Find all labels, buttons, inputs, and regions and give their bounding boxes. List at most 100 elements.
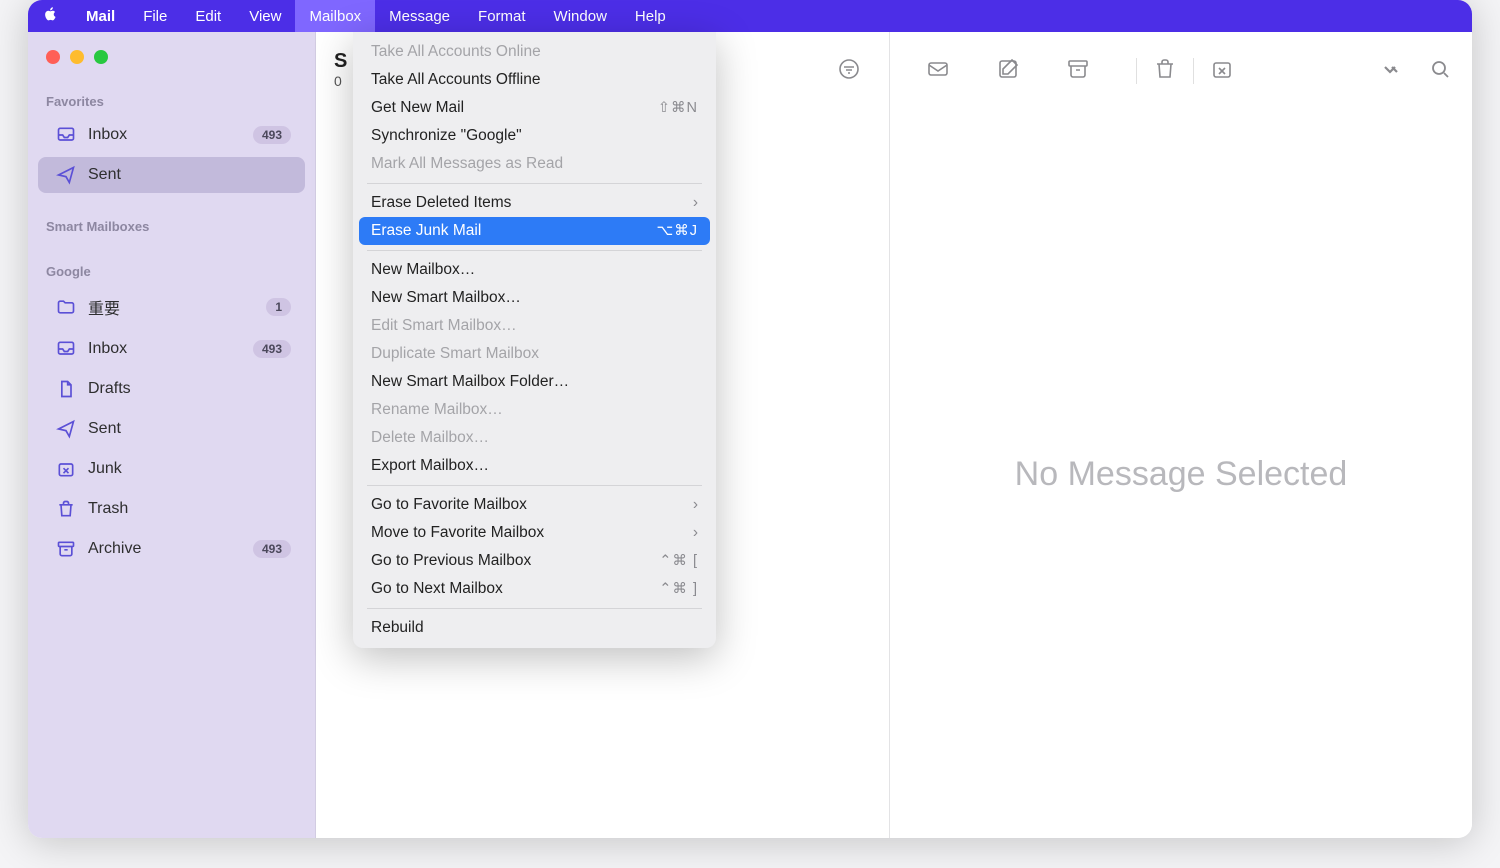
section-smart-label: Smart Mailboxes: [28, 213, 315, 240]
menu-item-get-new-mail[interactable]: Get New Mail⇧⌘N: [359, 94, 710, 122]
menu-item-new-mailbox[interactable]: New Mailbox…: [359, 256, 710, 284]
menu-item-new-smart-mailbox[interactable]: New Smart Mailbox…: [359, 284, 710, 312]
menu-shortcut: ⌃⌘ ]: [659, 581, 698, 597]
close-icon[interactable]: [46, 50, 60, 64]
menu-item-label: Duplicate Smart Mailbox: [371, 345, 698, 363]
sidebar: Favorites Inbox 493 Sent Smart Mailboxes…: [28, 32, 316, 838]
menu-separator: [367, 485, 702, 486]
compose-icon[interactable]: [996, 57, 1020, 86]
mailbox-menu-dropdown: Take All Accounts Online Take All Account…: [353, 32, 716, 648]
menu-item-export-mailbox[interactable]: Export Mailbox…: [359, 452, 710, 480]
search-icon[interactable]: [1428, 57, 1452, 86]
menu-item-synchronize-google[interactable]: Synchronize "Google": [359, 122, 710, 150]
menu-item-label: Edit Smart Mailbox…: [371, 317, 698, 335]
divider: [1193, 58, 1194, 84]
archive-button-icon[interactable]: [1066, 57, 1090, 86]
sidebar-item-important[interactable]: 重要 1: [38, 287, 305, 327]
menu-item-label: Erase Junk Mail: [371, 222, 657, 240]
menu-separator: [367, 608, 702, 609]
menu-item-move-to-favorite-mailbox[interactable]: Move to Favorite Mailbox›: [359, 519, 710, 547]
folder-icon: [56, 297, 76, 317]
menu-item-label: Mark All Messages as Read: [371, 155, 698, 173]
menu-format[interactable]: Format: [464, 0, 540, 32]
menu-item-label: Synchronize "Google": [371, 127, 698, 145]
menu-edit[interactable]: Edit: [181, 0, 235, 32]
menu-item-mark-all-messages-as-read: Mark All Messages as Read: [359, 150, 710, 178]
menu-item-label: Take All Accounts Online: [371, 43, 698, 61]
zoom-icon[interactable]: [94, 50, 108, 64]
divider: [1136, 58, 1137, 84]
badge: 1: [266, 298, 291, 316]
menu-view[interactable]: View: [235, 0, 295, 32]
menu-item-label: Rename Mailbox…: [371, 401, 698, 419]
menu-window[interactable]: Window: [540, 0, 621, 32]
menu-help[interactable]: Help: [621, 0, 680, 32]
chevron-right-icon: ›: [693, 524, 698, 542]
menu-mailbox[interactable]: Mailbox: [295, 0, 375, 32]
section-google-label: Google: [28, 258, 315, 285]
sidebar-item-label: 重要: [88, 295, 254, 319]
menu-item-label: Take All Accounts Offline: [371, 71, 698, 89]
sidebar-item-drafts[interactable]: Drafts: [38, 371, 305, 407]
menu-item-label: Move to Favorite Mailbox: [371, 524, 693, 542]
menu-item-erase-junk-mail[interactable]: Erase Junk Mail⌥⌘J: [359, 217, 710, 245]
sent-icon: [56, 165, 76, 185]
chevron-right-icon: ›: [693, 194, 698, 212]
badge: 493: [253, 126, 291, 144]
menu-item-go-to-next-mailbox[interactable]: Go to Next Mailbox⌃⌘ ]: [359, 575, 710, 603]
menu-item-label: Export Mailbox…: [371, 457, 698, 475]
menu-item-label: New Mailbox…: [371, 261, 698, 279]
sidebar-item-label: Sent: [88, 420, 291, 438]
menu-shortcut: ⇧⌘N: [658, 100, 698, 116]
menu-app[interactable]: Mail: [72, 0, 129, 32]
inbox-icon: [56, 125, 76, 145]
menu-item-label: Get New Mail: [371, 99, 658, 117]
junk-icon: [56, 459, 76, 479]
menu-separator: [367, 183, 702, 184]
envelope-icon[interactable]: [926, 57, 950, 86]
sidebar-item-label: Trash: [88, 500, 291, 518]
section-favorites-label: Favorites: [28, 88, 315, 115]
menu-item-rebuild[interactable]: Rebuild: [359, 614, 710, 642]
sidebar-item-sent[interactable]: Sent: [38, 157, 305, 193]
menu-shortcut: ⌃⌘ [: [659, 553, 698, 569]
sidebar-item-inbox[interactable]: Inbox 493: [38, 117, 305, 153]
menu-item-new-smart-mailbox-folder[interactable]: New Smart Mailbox Folder…: [359, 368, 710, 396]
menu-item-label: Delete Mailbox…: [371, 429, 698, 447]
chevron-right-icon: ›: [693, 496, 698, 514]
sidebar-item-trash[interactable]: Trash: [38, 491, 305, 527]
sidebar-item-label: Inbox: [88, 340, 241, 358]
menubar: Mail File Edit View Mailbox Message Form…: [28, 0, 1472, 32]
menu-item-go-to-previous-mailbox[interactable]: Go to Previous Mailbox⌃⌘ [: [359, 547, 710, 575]
sidebar-item-label: Archive: [88, 540, 241, 558]
sidebar-item-label: Inbox: [88, 126, 241, 144]
overflow-icon[interactable]: [1378, 57, 1402, 86]
junk-button-icon[interactable]: [1210, 57, 1234, 86]
sidebar-item-google-inbox[interactable]: Inbox 493: [38, 331, 305, 367]
sidebar-item-junk[interactable]: Junk: [38, 451, 305, 487]
minimize-icon[interactable]: [70, 50, 84, 64]
trash-icon: [56, 499, 76, 519]
filter-icon[interactable]: [837, 57, 861, 86]
sidebar-item-google-sent[interactable]: Sent: [38, 411, 305, 447]
menu-file[interactable]: File: [129, 0, 181, 32]
menu-message[interactable]: Message: [375, 0, 464, 32]
badge: 493: [253, 340, 291, 358]
drafts-icon: [56, 379, 76, 399]
menu-item-go-to-favorite-mailbox[interactable]: Go to Favorite Mailbox›: [359, 491, 710, 519]
apple-icon[interactable]: [42, 6, 58, 26]
menu-item-take-all-accounts-offline[interactable]: Take All Accounts Offline: [359, 66, 710, 94]
sidebar-item-label: Sent: [88, 166, 291, 184]
empty-state-text: No Message Selected: [890, 110, 1472, 838]
message-view: No Message Selected: [890, 32, 1472, 838]
sidebar-item-archive[interactable]: Archive 493: [38, 531, 305, 567]
menu-item-erase-deleted-items[interactable]: Erase Deleted Items›: [359, 189, 710, 217]
list-header: S 0: [334, 50, 347, 89]
menu-shortcut: ⌥⌘J: [657, 223, 698, 239]
window-controls: [28, 50, 315, 64]
menu-item-edit-smart-mailbox: Edit Smart Mailbox…: [359, 312, 710, 340]
menu-item-label: Rebuild: [371, 619, 698, 637]
menu-item-duplicate-smart-mailbox: Duplicate Smart Mailbox: [359, 340, 710, 368]
badge: 493: [253, 540, 291, 558]
trash-button-icon[interactable]: [1153, 57, 1177, 86]
